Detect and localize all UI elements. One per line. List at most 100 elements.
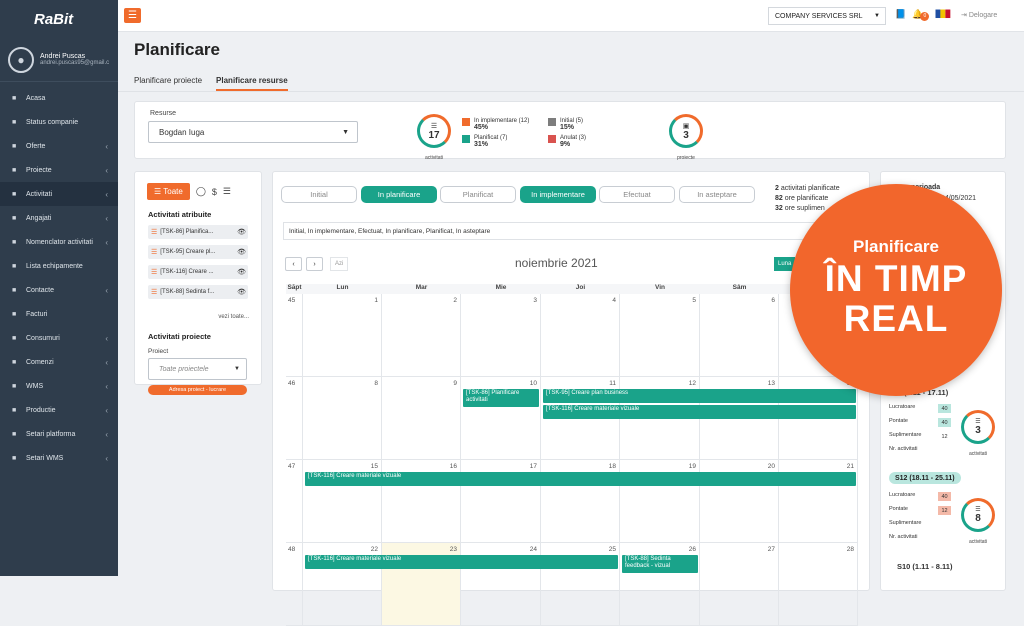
sidebar-item[interactable]: ■ Acasa: [0, 86, 118, 110]
dollar-icon[interactable]: $: [212, 187, 217, 197]
week-activities-label: activitati: [968, 451, 988, 457]
header-divider: [118, 91, 1024, 92]
factory-icon: ■: [12, 406, 17, 414]
chevron-left-icon: ‹: [105, 165, 108, 175]
avatar-icon[interactable]: ●: [8, 46, 34, 73]
chevron-left-icon: ‹: [105, 405, 108, 415]
day-number: 24: [529, 546, 537, 553]
calendar-day-cell[interactable]: 9: [382, 377, 461, 460]
user-icon: ■: [12, 214, 17, 222]
calendar-day-cell[interactable]: 2: [382, 294, 461, 377]
sidebar-item[interactable]: ■ Setari WMS ‹: [0, 446, 118, 470]
sidebar-item[interactable]: ■ Proiecte ‹: [0, 158, 118, 182]
list-icon[interactable]: ☰: [223, 186, 231, 197]
sidebar-item[interactable]: ■ Consumuri ‹: [0, 326, 118, 350]
sidebar-item-label: Status companie: [26, 118, 79, 126]
logout-button[interactable]: ⇥ Delogare: [961, 11, 997, 19]
chevron-left-icon: ‹: [105, 333, 108, 343]
book-icon[interactable]: 📘: [895, 9, 906, 20]
sidebar-item[interactable]: ■ Setari platforma ‹: [0, 422, 118, 446]
calendar-day-cell[interactable]: 6: [700, 294, 779, 377]
sidebar-item[interactable]: ■ Productie ‹: [0, 398, 118, 422]
sidebar-item-label: Lista echipamente: [26, 262, 83, 270]
week-number-cell: 47: [286, 460, 303, 543]
sidebar-item[interactable]: ■ Lista echipamente: [0, 254, 118, 278]
list-item[interactable]: ☰ [TSK-95] Creare pl... 👁: [148, 245, 248, 259]
eye-icon[interactable]: 👁: [237, 228, 246, 236]
calendar-event[interactable]: [TSK-116] Creare materiale vizuale: [543, 405, 856, 419]
sidebar-item[interactable]: ■ Nomenclator activitati ‹: [0, 230, 118, 254]
chevron-right-icon: ›: [313, 260, 316, 268]
project-address-badge[interactable]: Adresa proiect - lucrare: [148, 385, 247, 395]
activities-count-label: activitati: [424, 155, 444, 161]
kv-label: Pontate: [889, 418, 908, 424]
sidebar-item[interactable]: ■ Status companie: [0, 110, 118, 134]
calendar-event[interactable]: [TSK-116] Creare materiale vizuale: [305, 555, 618, 569]
calendar-day-cell[interactable]: 5: [620, 294, 700, 377]
layers-icon: ☰: [154, 187, 162, 196]
tab-planificare-proiecte[interactable]: Planificare proiecte: [134, 76, 202, 91]
eye-icon[interactable]: 👁: [237, 288, 246, 296]
status-filter-button[interactable]: In planificare: [361, 186, 437, 203]
calendar-day-cell[interactable]: 8: [303, 377, 382, 460]
see-all-link[interactable]: vezi toate...: [218, 314, 249, 320]
chevron-left-icon: ‹: [105, 453, 108, 463]
bell-icon[interactable]: 🔔0: [912, 9, 930, 21]
calendar-event[interactable]: [TSK-116] Creare materiale vizuale: [305, 472, 856, 486]
sidebar-item[interactable]: ■ Activitati ‹: [0, 182, 118, 206]
list-item[interactable]: ☰ [TSK-86] Planifica... 👁: [148, 225, 248, 239]
chevron-left-icon: ‹: [105, 285, 108, 295]
invoice-icon: ■: [12, 310, 17, 318]
calendar-event[interactable]: [TSK-88] Sedinta feedback - vizual: [622, 555, 698, 573]
eye-icon[interactable]: 👁: [237, 268, 246, 276]
tag-icon[interactable]: ◯: [196, 186, 206, 197]
status-filter-button[interactable]: In asteptare: [679, 186, 755, 203]
sidebar-item[interactable]: ■ Angajati ‹: [0, 206, 118, 230]
sidebar-item[interactable]: ■ WMS ‹: [0, 374, 118, 398]
list-item[interactable]: ☰ [TSK-88] Sedinta f... 👁: [148, 285, 248, 299]
legend-swatch: [548, 135, 556, 143]
resource-select[interactable]: Bogdan Iuga ▼: [148, 121, 358, 143]
tab-planificare-resurse[interactable]: Planificare resurse: [216, 76, 288, 91]
app-logo[interactable]: RaBit: [0, 0, 118, 38]
day-number: 8: [374, 380, 378, 387]
project-select[interactable]: Toate proiectele ▼: [148, 358, 247, 380]
sidebar-item-label: Angajati: [26, 214, 52, 222]
week-number-cell: 45: [286, 294, 303, 377]
file-icon: ■: [12, 166, 17, 174]
legend-swatch: [462, 135, 470, 143]
calendar-day-cell[interactable]: 27: [700, 543, 779, 626]
status-filter-button[interactable]: Initial: [281, 186, 357, 203]
day-number: 5: [692, 297, 696, 304]
layers-icon: ☰: [975, 507, 981, 513]
week-pill[interactable]: S12 (18.11 - 25.11): [889, 472, 961, 484]
eye-icon[interactable]: 👁: [237, 248, 246, 256]
menu-toggle-button[interactable]: ☰: [124, 8, 141, 23]
sidebar-item[interactable]: ■ Oferte ‹: [0, 134, 118, 158]
flag-icon[interactable]: ███: [935, 11, 950, 18]
sidebar-item[interactable]: ■ Comenzi ‹: [0, 350, 118, 374]
calendar-event[interactable]: [TSK-86] Planificare activitati: [463, 389, 539, 407]
status-filter-button[interactable]: In implementare: [520, 186, 596, 203]
status-filter-input[interactable]: Initial, In implementare, Efectuat, In p…: [283, 222, 843, 240]
today-button[interactable]: Azi: [330, 257, 349, 271]
calendar-day-cell[interactable]: 4: [541, 294, 620, 377]
prev-month-button[interactable]: ‹: [285, 257, 302, 271]
sidebar-item[interactable]: ■ Facturi: [0, 302, 118, 326]
next-month-button[interactable]: ›: [306, 257, 323, 271]
calendar-day-cell[interactable]: 28: [779, 543, 858, 626]
sidebar-item-label: Facturi: [26, 310, 48, 318]
chevron-left-icon: ‹: [105, 429, 108, 439]
status-filter-button[interactable]: Planificat: [440, 186, 516, 203]
company-select[interactable]: COMPANY SERVICES SRL ▼: [768, 7, 886, 25]
user-email: andrei.puscas95@gmail.c: [40, 60, 110, 66]
calendar-day-cell[interactable]: 3: [461, 294, 541, 377]
sidebar-item[interactable]: ■ Contacte ‹: [0, 278, 118, 302]
calendar-event[interactable]: [TSK-95] Creare plan business: [543, 389, 856, 403]
calendar-day-cell[interactable]: 1: [303, 294, 382, 377]
status-filter-button[interactable]: Efectuat: [599, 186, 675, 203]
day-number: 13: [767, 380, 775, 387]
list-item[interactable]: ☰ [TSK-116] Creare ... 👁: [148, 265, 248, 279]
layers-icon: ☰: [430, 122, 438, 130]
all-button[interactable]: ☰ Toate: [147, 183, 190, 200]
